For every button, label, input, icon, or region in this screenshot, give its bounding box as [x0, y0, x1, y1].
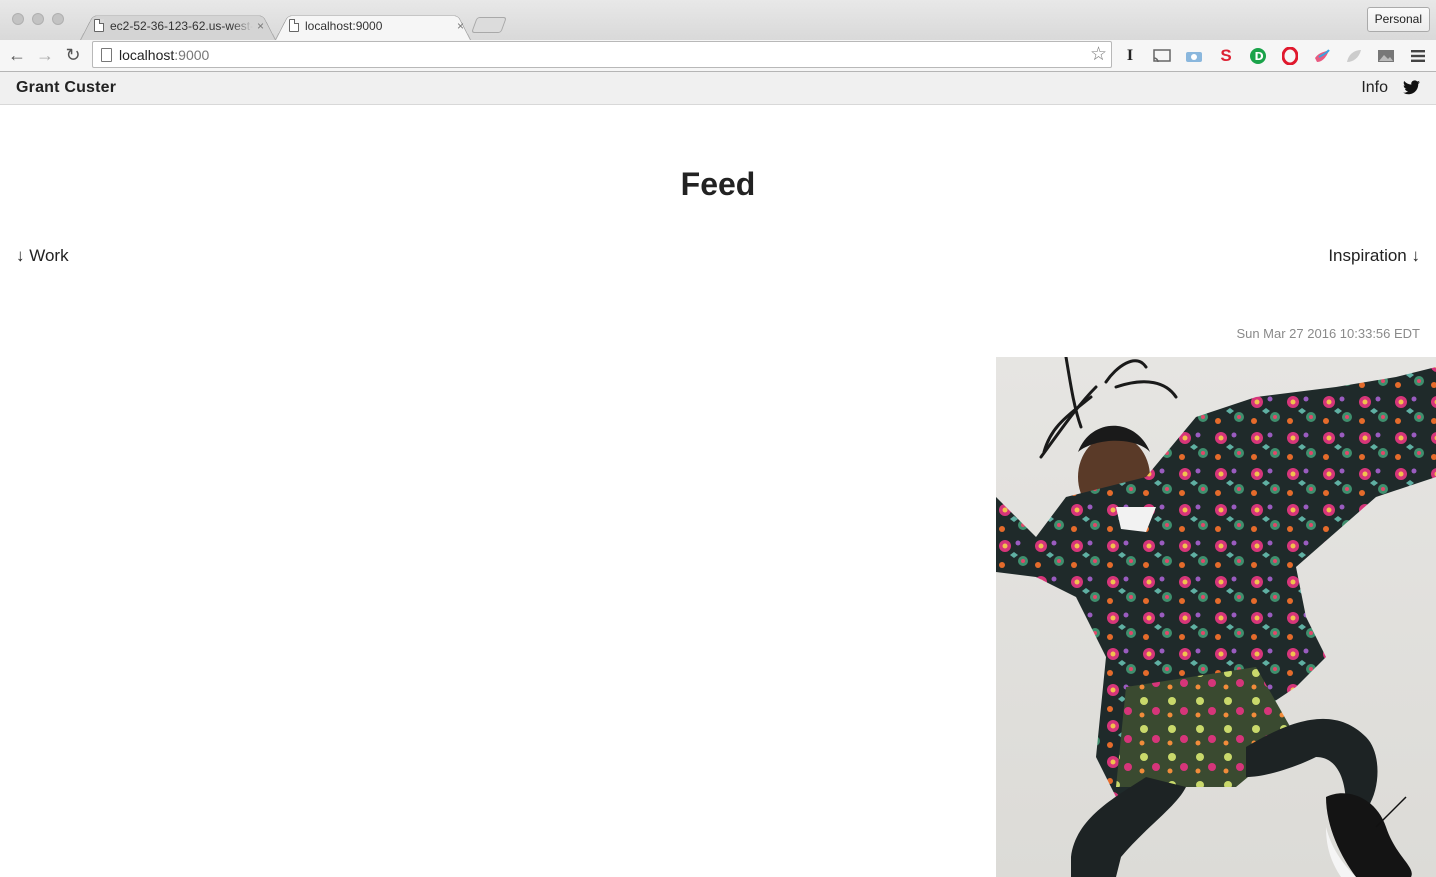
leaf-extension-icon[interactable]	[1344, 46, 1364, 66]
info-link[interactable]: Info	[1361, 79, 1388, 97]
minimize-window-button[interactable]	[32, 13, 44, 25]
twitter-icon[interactable]	[1403, 80, 1420, 95]
menu-icon[interactable]	[1408, 46, 1428, 66]
address-bar[interactable]: localhost:9000 ☆	[92, 41, 1112, 68]
page-title: Feed	[680, 166, 756, 202]
d-extension-icon[interactable]: D	[1248, 46, 1268, 66]
tab-close-icon[interactable]: ×	[257, 19, 264, 33]
browser-tab-ec2[interactable]: ec2-52-36-123-62.us-west-2.compute ×	[80, 11, 276, 40]
site-header: Grant Custer Info	[0, 72, 1436, 105]
post-photo[interactable]	[996, 357, 1436, 877]
screenshot-extension-icon[interactable]	[1184, 46, 1204, 66]
bird-extension-icon[interactable]	[1312, 46, 1332, 66]
forward-arrow-icon[interactable]: →	[34, 44, 56, 66]
page-icon	[101, 48, 112, 62]
zoom-window-button[interactable]	[52, 13, 64, 25]
reload-icon[interactable]: ↻	[62, 44, 84, 66]
url-text[interactable]: localhost:9000	[119, 47, 209, 63]
back-arrow-icon[interactable]: ←	[6, 44, 28, 66]
new-tab-button[interactable]	[471, 17, 507, 33]
work-section-link[interactable]: ↓ Work	[16, 246, 69, 266]
browser-toolbar: ← → ↻ localhost:9000 ☆ I S D	[0, 40, 1436, 72]
image-extension-icon[interactable]	[1376, 46, 1396, 66]
site-name-link[interactable]: Grant Custer	[16, 79, 116, 97]
bookmark-star-icon[interactable]: ☆	[1090, 44, 1107, 66]
page-icon	[289, 19, 299, 32]
opera-extension-icon[interactable]	[1280, 46, 1300, 66]
instapaper-extension-icon[interactable]: I	[1120, 46, 1140, 66]
browser-titlebar: ec2-52-36-123-62.us-west-2.compute × loc…	[0, 0, 1436, 40]
browser-tab-localhost[interactable]: localhost:9000 ×	[275, 11, 471, 40]
svg-text:D: D	[1255, 50, 1264, 63]
tab-title: localhost:9000	[305, 18, 383, 33]
close-window-button[interactable]	[12, 13, 24, 25]
profile-button[interactable]: Personal	[1366, 7, 1430, 32]
tab-title: ec2-52-36-123-62.us-west-2.compute	[110, 18, 253, 33]
inspiration-section-link[interactable]: Inspiration ↓	[1328, 246, 1420, 266]
post-timestamp: Sun Mar 27 2016 10:33:56 EDT	[1236, 326, 1420, 341]
page-icon	[94, 19, 104, 32]
cast-extension-icon[interactable]	[1152, 46, 1172, 66]
s-extension-icon[interactable]: S	[1216, 46, 1236, 66]
tab-close-icon[interactable]: ×	[457, 19, 464, 33]
